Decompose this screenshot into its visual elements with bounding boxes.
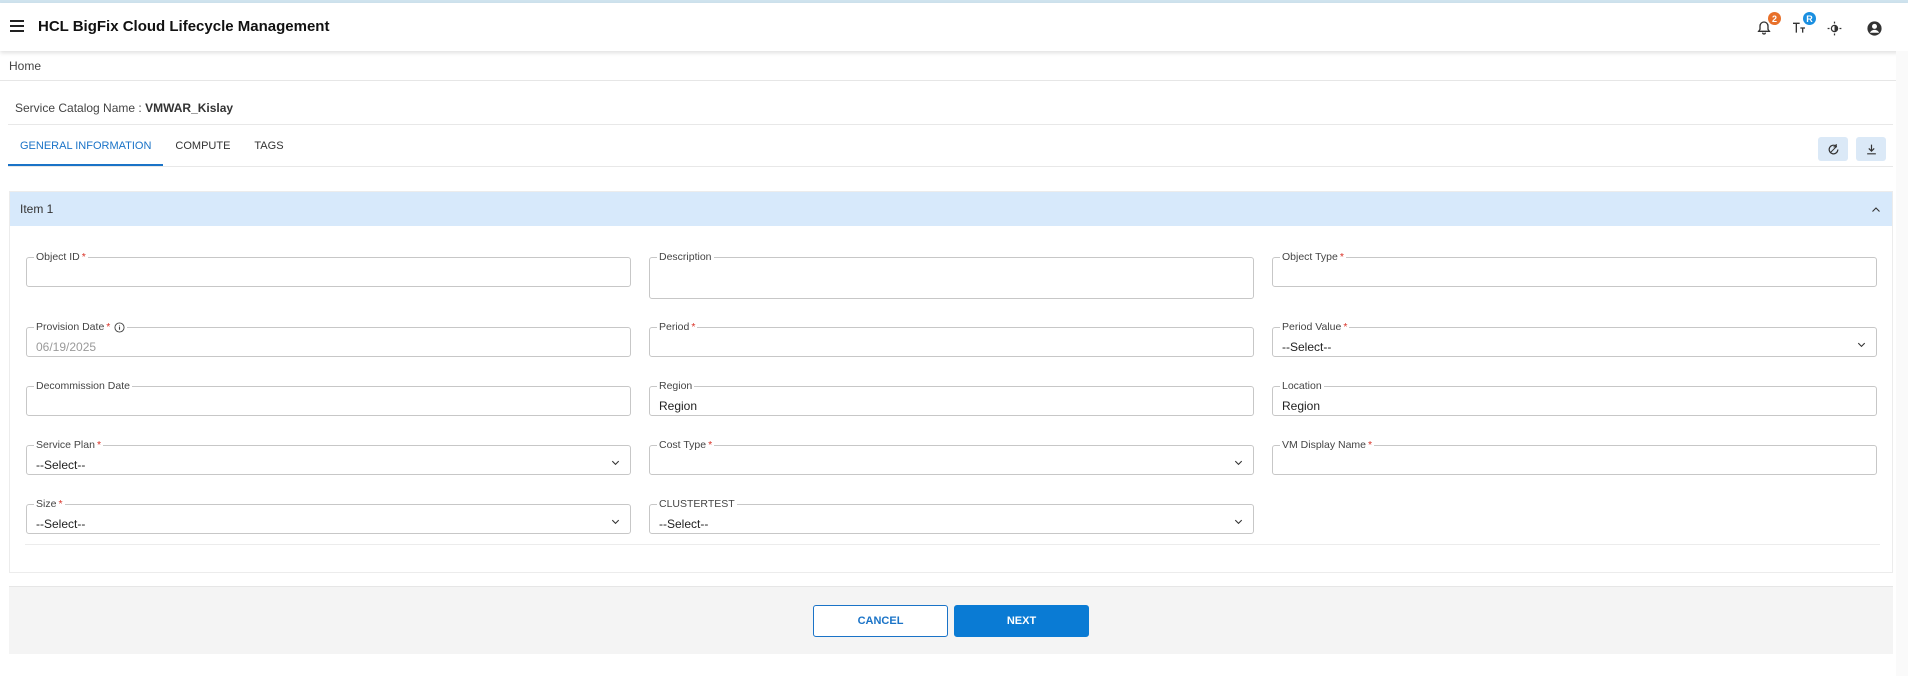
field-label: VM Display Name [1282,439,1367,451]
field-label: Service Plan [36,439,95,451]
size-selected: --Select-- [36,517,86,531]
decommission-date-field[interactable]: Decommission Date [26,380,631,416]
tab-bar: GENERAL INFORMATION COMPUTE TAGS [8,128,296,166]
hamburger-menu-icon[interactable] [10,20,24,32]
cost-type-select[interactable]: Cost Type * [649,439,1254,475]
service-plan-selected: --Select-- [36,458,86,472]
notifications-bell-icon[interactable]: 2 [1753,12,1781,39]
location-field[interactable]: Location Region [1272,380,1877,416]
app-header: HCL BigFix Cloud Lifecycle Management 2 … [0,3,1908,51]
divider [8,124,1893,125]
theme-contrast-icon[interactable] [1823,17,1845,39]
description-field[interactable]: Description [649,251,1254,299]
region-field[interactable]: Region Region [649,380,1254,416]
user-avatar-icon[interactable] [1863,17,1885,39]
cancel-button[interactable]: CANCEL [813,605,948,637]
field-label: Cost Type [659,439,707,451]
vm-display-name-field[interactable]: VM Display Name * [1272,439,1877,475]
divider [25,544,1880,545]
field-label: CLUSTERTEST [659,498,735,510]
required-marker: * [1339,251,1344,263]
required-marker: * [106,321,111,333]
provision-date-field[interactable]: Provision Date * 06/19/2025 [26,321,631,357]
item-panel: Item 1 Object ID * Description Object Typ… [9,191,1893,573]
period-field[interactable]: Period * [649,321,1254,357]
tab-tags[interactable]: TAGS [242,128,295,166]
field-label: Description [659,251,712,263]
required-marker: * [1343,321,1348,333]
form-footer: CANCEL NEXT [9,586,1893,654]
field-label: Object ID [36,251,80,263]
required-marker: * [1368,439,1373,451]
field-label: Provision Date [36,321,105,333]
field-label: Period [659,321,690,333]
download-button[interactable] [1856,137,1886,161]
tab-compute[interactable]: COMPUTE [163,128,242,166]
next-button[interactable]: NEXT [954,605,1089,637]
object-id-field[interactable]: Object ID * [26,251,631,287]
chevron-down-icon [610,514,621,532]
item-panel-title: Item 1 [20,202,54,216]
service-catalog-label: Service Catalog Name : [15,101,142,115]
field-label: Period Value [1282,321,1342,333]
field-label: Region [659,380,693,392]
breadcrumb-home[interactable]: Home [9,59,41,73]
size-select[interactable]: Size * --Select-- [26,498,631,534]
object-type-field[interactable]: Object Type * [1272,251,1877,287]
region-value: Region [659,399,698,413]
translate-badge: R [1803,12,1816,25]
divider [8,166,1893,167]
breadcrumb-bar: Home [0,51,1908,81]
field-label: Object Type [1282,251,1338,263]
provision-date-placeholder: 06/19/2025 [36,340,97,354]
refresh-icon [1828,143,1838,154]
location-value: Region [1282,399,1321,413]
service-plan-select[interactable]: Service Plan * --Select-- [26,439,631,475]
period-value-selected: --Select-- [1282,340,1332,354]
service-catalog-name: Service Catalog Name : VMWAR_Kislay [15,101,233,115]
chevron-down-icon [1856,337,1867,355]
item-panel-header[interactable]: Item 1 [10,192,1892,226]
required-marker: * [96,439,102,451]
chevron-down-icon [1233,455,1244,473]
required-marker: * [81,251,86,263]
notification-count-badge: 2 [1768,12,1781,25]
tab-general-information[interactable]: GENERAL INFORMATION [8,128,164,166]
info-icon[interactable] [114,321,125,333]
required-marker: * [708,439,713,451]
required-marker: * [58,498,63,510]
chevron-up-icon[interactable] [1870,203,1882,221]
clustertest-selected: --Select-- [659,517,709,531]
app-title: HCL BigFix Cloud Lifecycle Management [38,18,330,35]
service-catalog-value: VMWAR_Kislay [145,101,234,115]
page-scrollbar[interactable] [1896,51,1908,676]
field-label: Location [1282,380,1322,392]
period-value-select[interactable]: Period Value * --Select-- [1272,321,1877,357]
clustertest-select[interactable]: CLUSTERTEST --Select-- [649,498,1254,534]
download-icon [1866,144,1876,154]
refresh-button[interactable] [1818,137,1848,161]
chevron-down-icon [610,455,621,473]
field-label: Size [36,498,57,510]
required-marker: * [691,321,696,333]
translate-icon[interactable]: R [1788,12,1816,39]
chevron-down-icon [1233,514,1244,532]
field-label: Decommission Date [36,380,130,392]
